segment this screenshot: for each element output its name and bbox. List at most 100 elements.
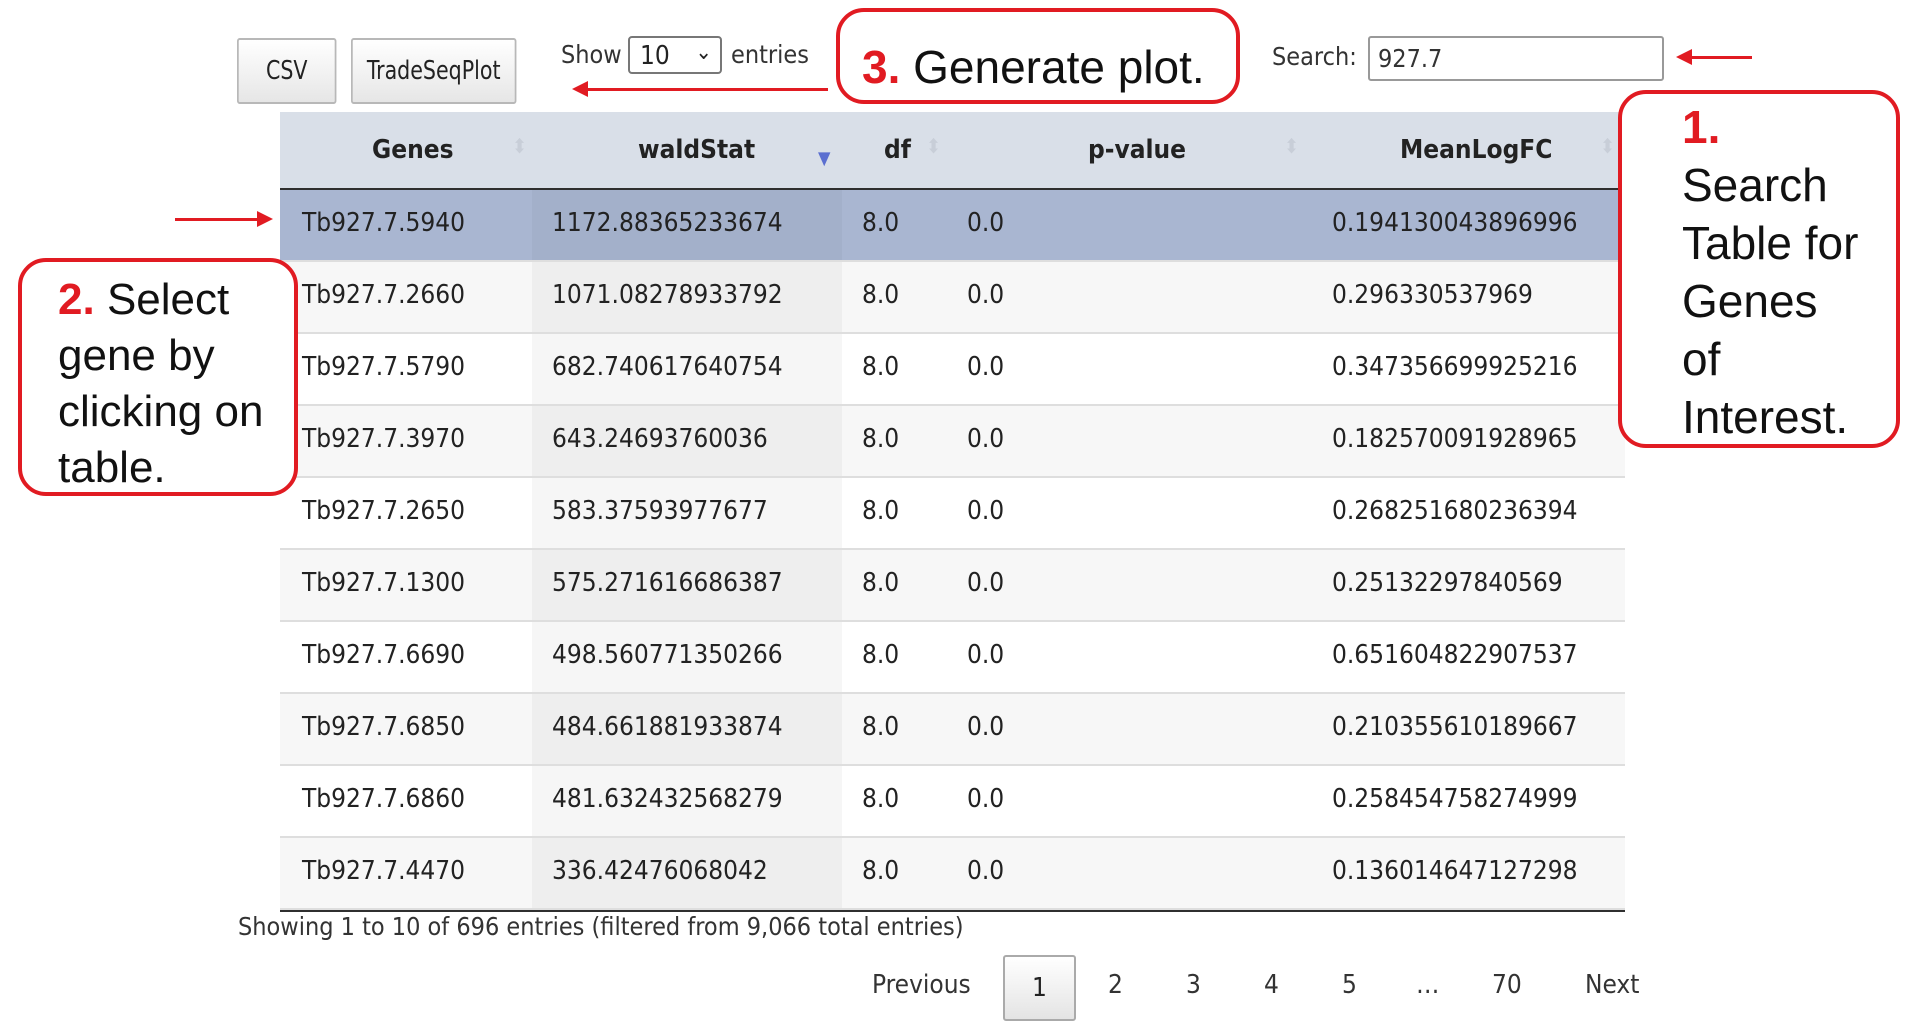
column-header-genes[interactable]: Genes	[372, 135, 454, 165]
cell-waldstat: 583.37593977677	[552, 496, 768, 526]
cell-waldstat: 336.42476068042	[552, 856, 768, 886]
cell-waldstat: 481.632432568279	[552, 784, 783, 814]
cell-df: 8.0	[862, 568, 900, 598]
cell-genes: Tb927.7.6860	[302, 784, 466, 814]
page-button-3[interactable]: 3	[1186, 970, 1201, 1000]
table-row[interactable]: Tb927.7.5940 1172.88365233674 8.0 0.0 0.1941…	[280, 190, 1625, 262]
column-header-meanlogfc[interactable]: MeanLogFC	[1400, 135, 1552, 165]
table-row[interactable]: Tb927.7.6860 481.632432568279 8.0 0.0 0.2584…	[280, 766, 1625, 838]
search-label: Search:	[1272, 42, 1357, 71]
entries-select[interactable]: 10 ⌄	[628, 36, 722, 74]
sort-icon: ⬍	[512, 134, 528, 158]
step1-text-line: of	[1682, 333, 1721, 385]
sort-icon: ⬍	[1600, 134, 1616, 158]
table-row[interactable]: Tb927.7.2660 1071.08278933792 8.0 0.0 0.2963…	[280, 262, 1625, 334]
cell-meanlogfc: 0.651604822907537	[1332, 640, 1578, 670]
step1-text-line: Genes	[1682, 275, 1818, 327]
csv-button[interactable]: CSV	[237, 38, 337, 104]
step3-text: Generate plot.	[913, 41, 1205, 93]
sort-icon: ⬍	[1284, 134, 1300, 158]
cell-waldstat: 643.24693760036	[552, 424, 768, 454]
cell-genes: Tb927.7.1300	[302, 568, 466, 598]
page-button-70[interactable]: 70	[1492, 970, 1522, 1000]
cell-genes: Tb927.7.2660	[302, 280, 466, 310]
table-row[interactable]: Tb927.7.2650 583.37593977677 8.0 0.0 0.26825…	[280, 478, 1625, 550]
page-button-5[interactable]: 5	[1342, 970, 1357, 1000]
next-button[interactable]: Next	[1585, 970, 1639, 1000]
genes-table: Genes ⬍ waldStat ▼ df ⬍ p-value ⬍ MeanLogFC ⬍ Tb9…	[280, 112, 1625, 912]
chevron-down-icon: ⌄	[695, 40, 712, 65]
search-input[interactable]: 927.7	[1368, 36, 1664, 81]
cell-meanlogfc: 0.296330537969	[1332, 280, 1533, 310]
cell-df: 8.0	[862, 280, 900, 310]
cell-p-value: 0.0	[967, 712, 1005, 742]
cell-genes: Tb927.7.5790	[302, 352, 466, 382]
table-header: Genes ⬍ waldStat ▼ df ⬍ p-value ⬍ MeanLogFC ⬍	[280, 112, 1625, 190]
table-row[interactable]: Tb927.7.6690 498.560771350266 8.0 0.0 0.6516…	[280, 622, 1625, 694]
column-header-waldstat[interactable]: waldStat	[638, 135, 755, 165]
step1-text-line: Interest.	[1682, 391, 1849, 443]
sort-desc-icon: ▼	[818, 148, 831, 169]
step3-callout: 3. Generate plot.	[836, 8, 1240, 104]
show-label: Show	[561, 40, 622, 69]
table-info: Showing 1 to 10 of 696 entries (filtered…	[238, 912, 964, 941]
page-button-1[interactable]: 1	[1003, 955, 1076, 1021]
cell-meanlogfc: 0.136014647127298	[1332, 856, 1578, 886]
cell-p-value: 0.0	[967, 352, 1005, 382]
cell-meanlogfc: 0.268251680236394	[1332, 496, 1578, 526]
cell-df: 8.0	[862, 424, 900, 454]
column-header-df[interactable]: df	[884, 135, 911, 165]
page-button-2[interactable]: 2	[1108, 970, 1123, 1000]
cell-df: 8.0	[862, 856, 900, 886]
step2-text-line: gene by	[58, 331, 215, 380]
pagination-ellipsis: …	[1416, 970, 1440, 1000]
table-body: Tb927.7.5940 1172.88365233674 8.0 0.0 0.1941…	[280, 190, 1625, 910]
cell-p-value: 0.0	[967, 784, 1005, 814]
cell-waldstat: 1071.08278933792	[552, 280, 783, 310]
step2-text-line: clicking on	[58, 387, 264, 436]
entries-label: entries	[731, 40, 809, 69]
cell-genes: Tb927.7.4470	[302, 856, 466, 886]
entries-select-value: 10	[640, 41, 670, 71]
cell-waldstat: 575.271616686387	[552, 568, 783, 598]
step1-text-line: Search	[1682, 159, 1828, 211]
table-row[interactable]: Tb927.7.5790 682.740617640754 8.0 0.0 0.3473…	[280, 334, 1625, 406]
previous-button[interactable]: Previous	[872, 970, 971, 1000]
table-row[interactable]: Tb927.7.6850 484.661881933874 8.0 0.0 0.2103…	[280, 694, 1625, 766]
cell-meanlogfc: 0.258454758274999	[1332, 784, 1578, 814]
table-row[interactable]: Tb927.7.3970 643.24693760036 8.0 0.0 0.18257…	[280, 406, 1625, 478]
page-button-4[interactable]: 4	[1264, 970, 1279, 1000]
column-header-p-value[interactable]: p-value	[1088, 135, 1186, 165]
cell-genes: Tb927.7.6850	[302, 712, 466, 742]
cell-meanlogfc: 0.25132297840569	[1332, 568, 1563, 598]
cell-p-value: 0.0	[967, 856, 1005, 886]
cell-p-value: 0.0	[967, 280, 1005, 310]
cell-df: 8.0	[862, 640, 900, 670]
sort-icon: ⬍	[926, 134, 942, 158]
cell-waldstat: 484.661881933874	[552, 712, 783, 742]
cell-waldstat: 1172.88365233674	[552, 208, 783, 238]
cell-meanlogfc: 0.210355610189667	[1332, 712, 1578, 742]
step1-arrow-icon	[1676, 49, 1752, 65]
cell-meanlogfc: 0.182570091928965	[1332, 424, 1578, 454]
table-row[interactable]: Tb927.7.1300 575.271616686387 8.0 0.0 0.2513…	[280, 550, 1625, 622]
step3-number: 3.	[862, 41, 901, 93]
cell-waldstat: 498.560771350266	[552, 640, 783, 670]
cell-df: 8.0	[862, 208, 900, 238]
cell-p-value: 0.0	[967, 640, 1005, 670]
cell-df: 8.0	[862, 496, 900, 526]
cell-meanlogfc: 0.194130043896996	[1332, 208, 1578, 238]
cell-genes: Tb927.7.5940	[302, 208, 466, 238]
cell-genes: Tb927.7.2650	[302, 496, 466, 526]
cell-p-value: 0.0	[967, 568, 1005, 598]
tradeseqplot-button[interactable]: TradeSeqPlot	[351, 38, 517, 104]
cell-meanlogfc: 0.347356699925216	[1332, 352, 1578, 382]
cell-df: 8.0	[862, 352, 900, 382]
step2-text-line: table.	[58, 443, 166, 492]
step1-text-line: Table for	[1682, 217, 1859, 269]
step1-callout: 1. Search Table for Genes of Interest.	[1618, 90, 1900, 448]
step2-arrow-icon	[175, 211, 273, 227]
cell-df: 8.0	[862, 712, 900, 742]
cell-df: 8.0	[862, 784, 900, 814]
table-row[interactable]: Tb927.7.4470 336.42476068042 8.0 0.0 0.13601…	[280, 838, 1625, 910]
